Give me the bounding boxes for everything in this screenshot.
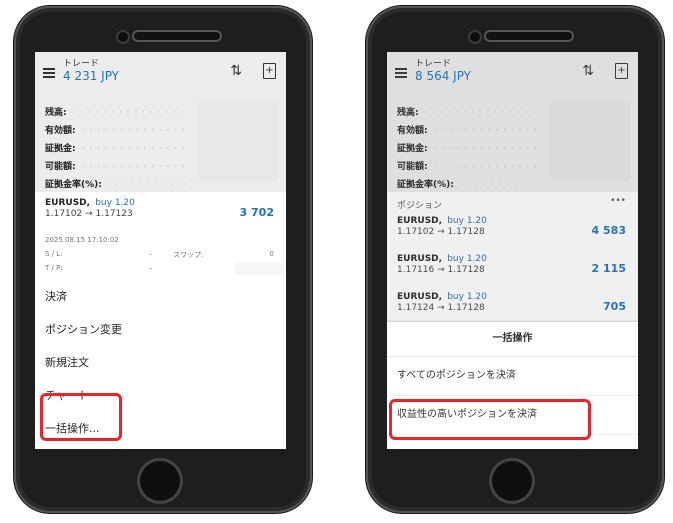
position-detail: 2025.08.15 17:10:02 S / L: – スワップ: 0 T / P:… bbox=[35, 234, 286, 280]
swap-value: 0 bbox=[269, 250, 274, 258]
home-button[interactable] bbox=[140, 461, 180, 501]
sort-arrows-icon[interactable]: ⇅ bbox=[230, 63, 242, 79]
app-header: トレード 4 231 JPY ⇅ + bbox=[35, 52, 286, 100]
sl-value: – bbox=[149, 250, 153, 258]
open-time: 2025.08.15 17:10:02 bbox=[45, 236, 119, 244]
camera-icon bbox=[470, 32, 480, 42]
summary-label: 可能額: bbox=[45, 162, 76, 172]
speaker-grille bbox=[134, 32, 220, 40]
account-summary: 残高: · · · · · · · · · · · · · · · 有効額: · ·… bbox=[35, 100, 286, 192]
close-all-positions-item[interactable]: すべてのポジションを決済 bbox=[387, 357, 638, 396]
dim-overlay[interactable] bbox=[387, 52, 638, 322]
blurred-value bbox=[235, 263, 285, 275]
sheet-title: 一括操作 bbox=[387, 322, 638, 357]
screen: トレード 4 231 JPY ⇅ + 残高: · · · · · · · · · … bbox=[35, 52, 286, 449]
menu-item-new-order[interactable]: 新規注文 bbox=[35, 346, 286, 379]
menu-item-close[interactable]: 決済 bbox=[35, 280, 286, 313]
position-row[interactable]: EURUSD, buy 1.20 1.17102 → 1.17123 3 702 bbox=[35, 196, 286, 234]
position-profit: 3 702 bbox=[239, 206, 274, 219]
blurred-values bbox=[198, 100, 278, 182]
screen: トレード 8 564 JPY ⇅ + 残高: · · · · · · · · · … bbox=[387, 52, 638, 449]
position-direction: buy 1.20 bbox=[95, 198, 135, 208]
swap-label: スワップ: bbox=[173, 251, 204, 259]
tp-label: T / P: bbox=[45, 264, 63, 272]
account-balance: 4 231 JPY bbox=[63, 69, 120, 83]
page-title: トレード bbox=[63, 59, 100, 69]
sl-label: S / L: bbox=[45, 250, 63, 258]
symbol-name: EURUSD, bbox=[45, 198, 91, 208]
speaker-grille bbox=[486, 32, 572, 40]
summary-label: 証拠金: bbox=[45, 144, 76, 154]
tp-value: – bbox=[149, 264, 153, 272]
summary-label: 残高: bbox=[45, 108, 67, 118]
new-order-icon[interactable]: + bbox=[263, 63, 276, 79]
highlight-close-profitable bbox=[389, 399, 591, 440]
summary-label: 証拠金率(%): bbox=[45, 180, 102, 190]
camera-icon bbox=[118, 32, 128, 42]
hamburger-menu-icon[interactable] bbox=[43, 68, 55, 78]
home-button[interactable] bbox=[492, 461, 532, 501]
summary-label: 有効額: bbox=[45, 126, 76, 136]
menu-item-modify[interactable]: ポジション変更 bbox=[35, 313, 286, 346]
highlight-bulk-operations bbox=[40, 393, 122, 441]
